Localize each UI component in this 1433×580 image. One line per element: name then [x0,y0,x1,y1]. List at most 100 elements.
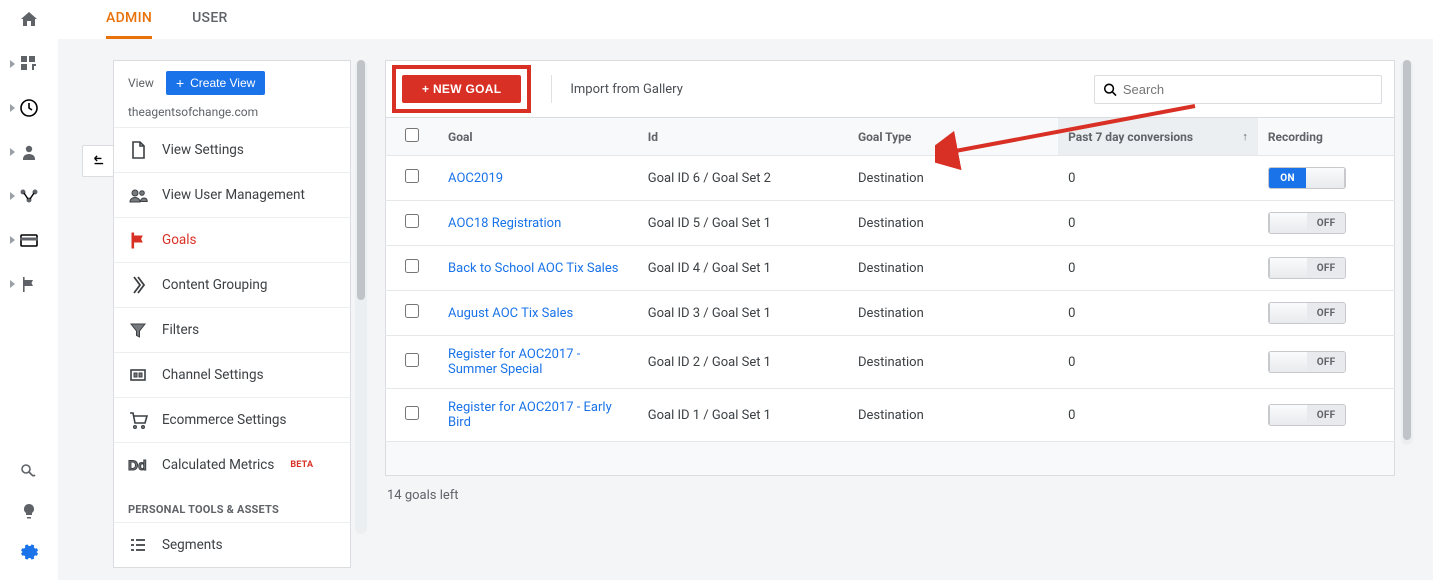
goal-link[interactable]: AOC18 Registration [448,216,561,231]
beta-badge: BETA [290,460,313,470]
sidebar-item-channel-settings[interactable]: Channel Settings [114,352,350,397]
nav-behavior[interactable] [6,228,52,252]
search-input[interactable] [1123,82,1373,97]
recording-toggle[interactable]: OFF [1268,257,1346,279]
goal-conversions: 0 [1058,291,1258,336]
row-checkbox[interactable] [405,304,419,318]
recording-toggle[interactable]: ON [1268,167,1346,189]
table-scrollbar[interactable] [1401,60,1413,445]
file-icon [128,140,148,160]
recording-toggle[interactable]: OFF [1268,302,1346,324]
segments-icon [128,535,148,555]
goal-id: Goal ID 5 / Goal Set 1 [638,201,848,246]
sidebar-item-label: View User Management [162,187,305,203]
goal-id: Goal ID 2 / Goal Set 1 [638,336,848,389]
view-panel: View + Create View theagentsofchange.com… [113,60,351,568]
table-row: Register for AOC2017 - Summer Special Go… [386,336,1395,389]
sidebar-item-filters[interactable]: Filters [114,307,350,352]
sidebar-item-view-user-mgmt[interactable]: View User Management [114,172,350,217]
row-checkbox[interactable] [405,259,419,273]
goal-link[interactable]: AOC2019 [448,171,503,186]
goal-link[interactable]: Register for AOC2017 - Summer Special [448,347,580,377]
goal-type: Destination [848,291,1058,336]
col-id[interactable]: Id [638,118,848,156]
goal-conversions: 0 [1058,389,1258,442]
conversion-icon [128,275,148,295]
recording-toggle[interactable]: OFF [1268,351,1346,373]
goal-id: Goal ID 6 / Goal Set 2 [638,156,848,201]
table-row: Back to School AOC Tix Sales Goal ID 4 /… [386,246,1395,291]
sidebar-item-label: Channel Settings [162,367,264,383]
goal-id: Goal ID 1 / Goal Set 1 [638,389,848,442]
view-label: View [128,76,154,90]
sidebar-item-content-grouping[interactable]: Content Grouping [114,262,350,307]
col-type[interactable]: Goal Type [848,118,1058,156]
nav-audience[interactable] [6,140,52,164]
goal-id: Goal ID 3 / Goal Set 1 [638,291,848,336]
cart-icon [128,410,148,430]
sidebar-item-segments[interactable]: Segments [114,522,350,567]
table-row: Register for AOC2017 - Early Bird Goal I… [386,389,1395,442]
sidebar-item-goals[interactable]: Goals [114,217,350,262]
panel-scrollbar[interactable] [355,60,367,534]
lightbulb-icon[interactable] [17,500,41,524]
goal-link[interactable]: Register for AOC2017 - Early Bird [448,400,612,430]
goal-conversions: 0 [1058,336,1258,389]
nav-conversions[interactable] [6,272,52,296]
sort-arrow-icon: ↑ [1242,130,1248,143]
annotation-highlight: + NEW GOAL [392,65,531,113]
goal-type: Destination [848,336,1058,389]
goals-area: + NEW GOAL Import from Gallery Goal [385,60,1413,580]
goal-link[interactable]: Back to School AOC Tix Sales [448,261,618,276]
row-checkbox[interactable] [405,169,419,183]
sidebar-item-ecommerce[interactable]: Ecommerce Settings [114,397,350,442]
goals-table: Goal Id Goal Type Past 7 day conversions… [385,117,1395,442]
row-checkbox[interactable] [405,353,419,367]
goal-type: Destination [848,156,1058,201]
goal-type: Destination [848,246,1058,291]
nav-acquisition[interactable] [6,184,52,208]
home-icon[interactable] [17,8,41,32]
admin-gear-icon[interactable] [17,540,41,564]
col-conversions[interactable]: Past 7 day conversions↑ [1058,118,1258,156]
create-view-label: Create View [190,76,255,90]
goal-conversions: 0 [1058,201,1258,246]
sidebar-item-label: Calculated Metrics [162,457,274,473]
back-button[interactable] [82,145,114,177]
nav-customization[interactable] [6,52,52,76]
sidebar-item-calc-metrics[interactable]: Calculated Metrics BETA [114,442,350,487]
goal-id: Goal ID 4 / Goal Set 1 [638,246,848,291]
row-checkbox[interactable] [405,406,419,420]
nav-rail [0,0,58,580]
goal-link[interactable]: August AOC Tix Sales [448,306,573,321]
recording-toggle[interactable]: OFF [1268,404,1346,426]
tab-admin[interactable]: ADMIN [106,0,152,39]
filter-icon [128,320,148,340]
sidebar-item-label: Filters [162,322,199,338]
channel-icon [128,365,148,385]
sidebar-item-view-settings[interactable]: View Settings [114,127,350,172]
nav-realtime[interactable] [6,96,52,120]
sidebar-item-label: Content Grouping [162,277,267,293]
main: ADMIN USER View + Create View theagentso… [58,0,1433,580]
col-recording[interactable]: Recording [1258,118,1395,156]
view-panel-list: View Settings View User Management Goals Co… [114,127,350,567]
new-goal-button[interactable]: + NEW GOAL [402,75,521,103]
dd-icon [128,455,148,475]
search-box[interactable] [1094,75,1382,104]
discover-icon[interactable] [17,460,41,484]
col-goal[interactable]: Goal [438,118,638,156]
select-all-checkbox[interactable] [405,128,419,142]
goals-left: 14 goals left [385,476,1395,515]
sidebar-item-label: Ecommerce Settings [162,412,286,428]
recording-toggle[interactable]: OFF [1268,212,1346,234]
goal-type: Destination [848,389,1058,442]
create-view-button[interactable]: + Create View [166,71,265,95]
table-footer [385,442,1395,476]
row-checkbox[interactable] [405,214,419,228]
tab-user[interactable]: USER [192,0,228,39]
goal-conversions: 0 [1058,156,1258,201]
goal-conversions: 0 [1058,246,1258,291]
flag-icon [128,230,148,250]
import-from-gallery[interactable]: Import from Gallery [551,75,683,103]
